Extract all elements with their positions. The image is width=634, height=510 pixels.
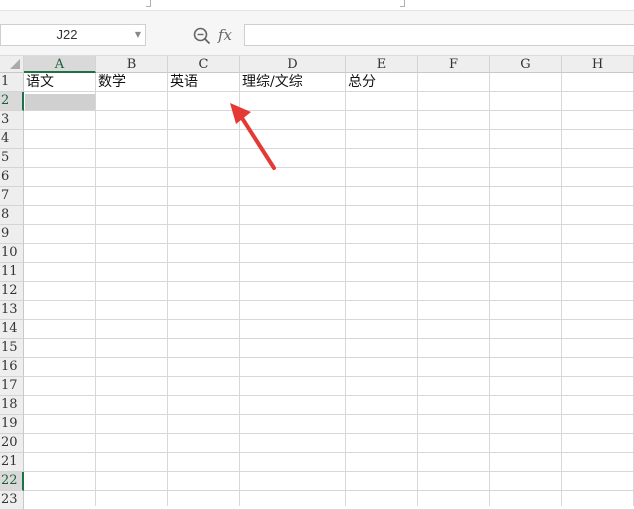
annotation-arrow-shaft bbox=[240, 116, 276, 170]
annotation-arrow-head bbox=[230, 103, 251, 124]
annotation-arrow bbox=[230, 103, 276, 170]
